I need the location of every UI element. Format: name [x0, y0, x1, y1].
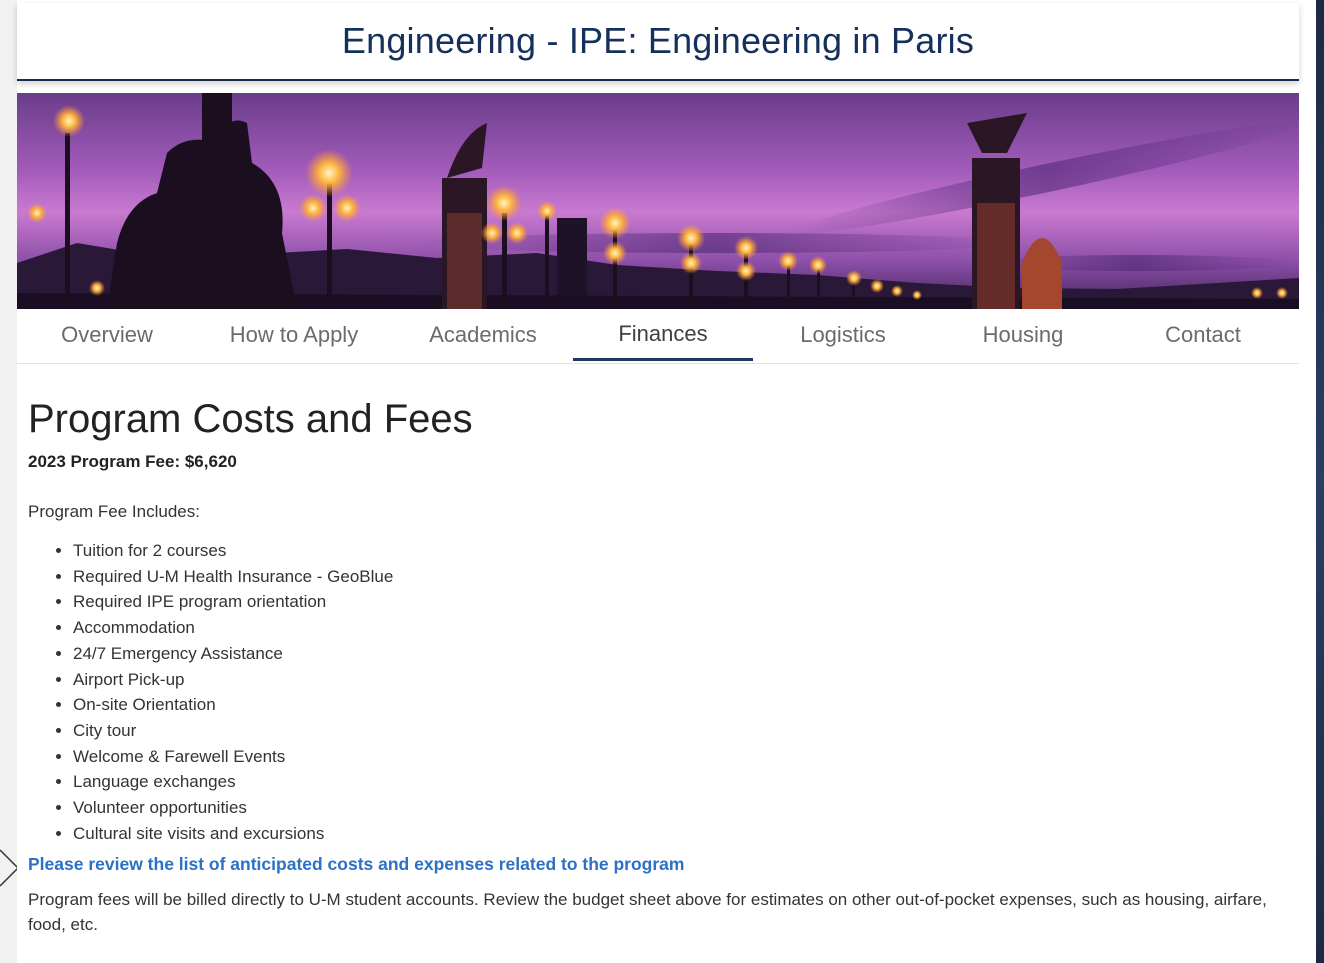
program-page: Engineering - IPE: Engineering in Paris: [17, 0, 1316, 963]
includes-label: Program Fee Includes:: [28, 502, 200, 521]
tab-contact[interactable]: Contact: [1113, 309, 1293, 361]
page-header: Engineering - IPE: Engineering in Paris: [17, 3, 1299, 81]
list-item: Required U-M Health Insurance - GeoBlue: [73, 564, 1288, 590]
tab-housing[interactable]: Housing: [933, 309, 1113, 361]
tab-overview[interactable]: Overview: [17, 309, 197, 361]
list-item: Required IPE program orientation: [73, 589, 1288, 615]
banner-image: [17, 93, 1299, 309]
tab-logistics[interactable]: Logistics: [753, 309, 933, 361]
list-item: Welcome & Farewell Events: [73, 744, 1288, 770]
program-fee: 2023 Program Fee: $6,620: [28, 452, 237, 471]
list-item: Cultural site visits and excursions: [73, 821, 1288, 847]
paris-bridge-illustration: [17, 93, 1299, 309]
billing-note: Program fees will be billed directly to …: [28, 890, 1267, 935]
window-edge: [1224, 0, 1324, 963]
section-heading: Program Costs and Fees: [28, 397, 473, 441]
list-item: Accommodation: [73, 615, 1288, 641]
tab-academics[interactable]: Academics: [393, 309, 573, 361]
list-item: Airport Pick-up: [73, 667, 1288, 693]
list-item: On-site Orientation: [73, 692, 1288, 718]
includes-list: Tuition for 2 courses Required U-M Healt…: [28, 538, 1288, 846]
list-item: City tour: [73, 718, 1288, 744]
tab-finances[interactable]: Finances: [573, 309, 753, 361]
finances-content: Program Costs and Fees 2023 Program Fee:…: [28, 390, 1288, 937]
page-title: Engineering - IPE: Engineering in Paris: [341, 20, 975, 61]
list-item: Tuition for 2 courses: [73, 538, 1288, 564]
costs-expenses-link[interactable]: Please review the list of anticipated co…: [28, 854, 1288, 875]
list-item: Language exchanges: [73, 769, 1288, 795]
list-item: 24/7 Emergency Assistance: [73, 641, 1288, 667]
tab-how-to-apply[interactable]: How to Apply: [204, 309, 384, 361]
section-tabs: Overview How to Apply Academics Finances…: [17, 309, 1299, 364]
list-item: Volunteer opportunities: [73, 795, 1288, 821]
